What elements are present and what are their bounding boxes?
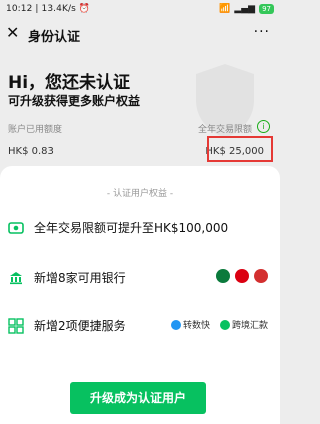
services-tags: 转数快 跨境汇款: [170, 318, 268, 331]
fps-icon: [170, 319, 181, 330]
status-right: 📶 ▂▄▆ 97: [219, 4, 274, 14]
hero-greeting: Hi，您还未认证: [8, 73, 131, 93]
service-fps-tag: 转数快: [170, 318, 210, 331]
benefit-limit-text: 全年交易限额可提升至HK$100,000: [34, 221, 229, 235]
service-fps-label: 转数快: [182, 321, 210, 331]
page-title: 身份认证: [28, 30, 81, 45]
bank-logo-icon: [235, 269, 249, 283]
status-bar: 10:12 | 13.4K/s ⏰ 📶 ▂▄▆ 97: [0, 0, 280, 20]
services-grid-icon: [8, 318, 24, 334]
hero-subtitle: 可升级获得更多账户权益: [8, 94, 141, 108]
upgrade-button[interactable]: 升级成为认证用户: [70, 382, 206, 414]
benefit-row-services: 新增2项便捷服务 转数快 跨境汇款: [8, 314, 272, 344]
title-bar: ✕ 身份认证 ···: [0, 20, 280, 50]
bank-logos: [216, 269, 268, 283]
money-icon: [8, 222, 24, 234]
bank-logo-icon: [216, 269, 230, 283]
benefit-row-limit: 全年交易限额可提升至HK$100,000: [8, 216, 272, 246]
signal-icon: ▂▄▆: [234, 4, 256, 14]
service-remit-tag: 跨境汇款: [219, 318, 268, 331]
used-limit-value: HK$ 0.83: [8, 146, 54, 157]
remit-icon: [219, 319, 230, 330]
close-icon[interactable]: ✕: [6, 25, 22, 41]
battery-level: 97: [262, 5, 271, 13]
status-left: 10:12 | 13.4K/s ⏰: [6, 4, 90, 14]
benefit-row-banks: 新增8家可用银行: [8, 266, 272, 296]
highlight-box: [207, 136, 273, 162]
more-menu-button[interactable]: ···: [254, 24, 270, 40]
hero-section: Hi，您还未认证 可升级获得更多账户权益: [0, 56, 280, 138]
alarm-icon: ⏰: [78, 4, 91, 14]
bank-logo-icon: [254, 269, 268, 283]
annual-limit-label: 全年交易限额: [197, 125, 252, 135]
service-remit-label: 跨境汇款: [231, 321, 268, 331]
battery-icon: 97: [259, 4, 274, 14]
benefit-services-text: 新增2项便捷服务: [34, 319, 126, 333]
info-icon[interactable]: i: [257, 120, 270, 133]
bank-icon: [10, 272, 22, 285]
status-time: 10:12: [6, 4, 33, 14]
wifi-icon: 📶: [219, 4, 231, 14]
benefit-banks-text: 新增8家可用银行: [34, 271, 126, 285]
status-speed: 13.4K/s: [41, 4, 76, 14]
used-limit-label: 账户已用额度: [8, 125, 63, 135]
benefits-section-title: - 认证用户权益 -: [106, 189, 174, 199]
